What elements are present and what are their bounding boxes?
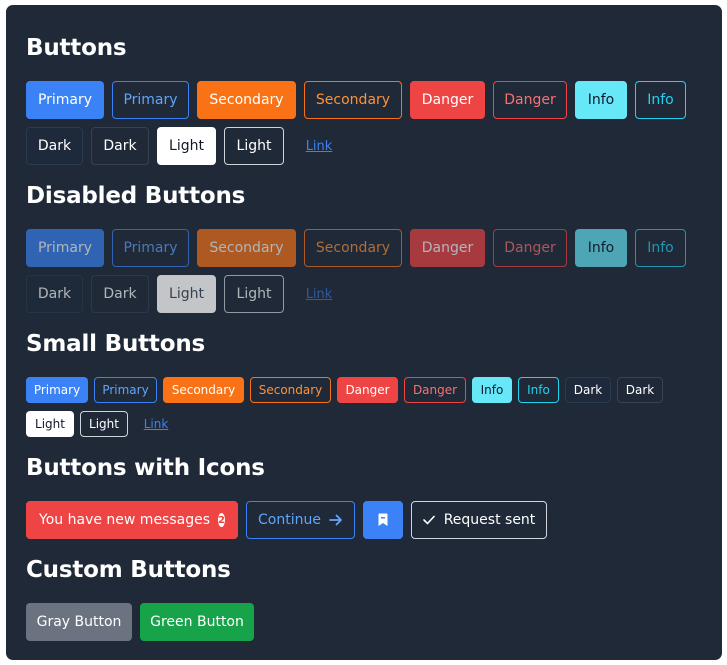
light-outline-button-disabled: Light <box>224 275 284 313</box>
messages-count-badge: 2 <box>218 513 225 527</box>
section-title-disabled-buttons: Disabled Buttons <box>26 183 246 209</box>
secondary-button-disabled: Secondary <box>197 229 296 267</box>
disabled-buttons-row-1: Primary Primary Secondary Secondary Dang… <box>26 229 686 267</box>
info-button-disabled: Info <box>575 229 627 267</box>
small-link-button[interactable]: Link <box>134 411 178 437</box>
danger-button-disabled: Danger <box>410 229 485 267</box>
primary-button[interactable]: Primary <box>26 81 104 119</box>
small-buttons-row-1: Primary Primary Secondary Secondary Dang… <box>26 377 663 403</box>
continue-label: Continue <box>258 512 321 528</box>
small-danger-button[interactable]: Danger <box>337 377 398 403</box>
check-icon <box>422 515 435 525</box>
info-outline-button-disabled: Info <box>635 229 686 267</box>
light-outline-button[interactable]: Light <box>224 127 284 165</box>
bookmark-icon <box>377 513 389 527</box>
dark-outline-button-disabled: Dark <box>91 275 149 313</box>
danger-outline-button-disabled: Danger <box>493 229 567 267</box>
disabled-buttons-row-2: Dark Dark Light Light Link <box>26 275 346 313</box>
gray-button[interactable]: Gray Button <box>26 603 132 641</box>
dark-button[interactable]: Dark <box>26 127 83 165</box>
icon-buttons-row: You have new messages 2 Continue Request… <box>26 501 547 539</box>
secondary-button[interactable]: Secondary <box>197 81 296 119</box>
buttons-row-1: Primary Primary Secondary Secondary Dang… <box>26 81 686 119</box>
small-dark-outline-button[interactable]: Dark <box>617 377 663 403</box>
small-light-outline-button[interactable]: Light <box>80 411 128 437</box>
buttons-showcase-card: Buttons Primary Primary Secondary Second… <box>6 5 722 660</box>
link-button[interactable]: Link <box>292 127 346 165</box>
request-sent-label: Request sent <box>443 512 536 528</box>
dark-outline-button[interactable]: Dark <box>91 127 149 165</box>
arrow-right-icon <box>329 513 343 527</box>
primary-outline-button-disabled: Primary <box>112 229 189 267</box>
dark-button-disabled: Dark <box>26 275 83 313</box>
primary-outline-button[interactable]: Primary <box>112 81 189 119</box>
section-title-custom-buttons: Custom Buttons <box>26 557 231 583</box>
small-dark-button[interactable]: Dark <box>565 377 611 403</box>
new-messages-label: You have new messages <box>39 512 211 528</box>
info-button[interactable]: Info <box>575 81 627 119</box>
request-sent-button[interactable]: Request sent <box>411 501 547 539</box>
primary-button-disabled: Primary <box>26 229 104 267</box>
custom-buttons-row: Gray Button Green Button <box>26 603 254 641</box>
section-title-buttons: Buttons <box>26 35 127 61</box>
danger-button[interactable]: Danger <box>410 81 485 119</box>
secondary-outline-button[interactable]: Secondary <box>304 81 402 119</box>
small-primary-button[interactable]: Primary <box>26 377 88 403</box>
small-light-button[interactable]: Light <box>26 411 74 437</box>
light-button-disabled: Light <box>157 275 216 313</box>
link-button-disabled: Link <box>292 275 346 313</box>
section-title-small-buttons: Small Buttons <box>26 331 205 357</box>
new-messages-button[interactable]: You have new messages 2 <box>26 501 238 539</box>
green-button[interactable]: Green Button <box>140 603 254 641</box>
section-title-buttons-with-icons: Buttons with Icons <box>26 455 265 481</box>
small-danger-outline-button[interactable]: Danger <box>404 377 466 403</box>
secondary-outline-button-disabled: Secondary <box>304 229 402 267</box>
continue-button[interactable]: Continue <box>246 501 355 539</box>
small-info-button[interactable]: Info <box>472 377 512 403</box>
small-buttons-row-2: Light Light Link <box>26 411 178 437</box>
danger-outline-button[interactable]: Danger <box>493 81 567 119</box>
small-info-outline-button[interactable]: Info <box>518 377 559 403</box>
light-button[interactable]: Light <box>157 127 216 165</box>
buttons-row-2: Dark Dark Light Light Link <box>26 127 346 165</box>
small-secondary-outline-button[interactable]: Secondary <box>250 377 331 403</box>
small-primary-outline-button[interactable]: Primary <box>94 377 157 403</box>
bookmark-button[interactable] <box>363 501 403 539</box>
small-secondary-button[interactable]: Secondary <box>163 377 244 403</box>
info-outline-button[interactable]: Info <box>635 81 686 119</box>
